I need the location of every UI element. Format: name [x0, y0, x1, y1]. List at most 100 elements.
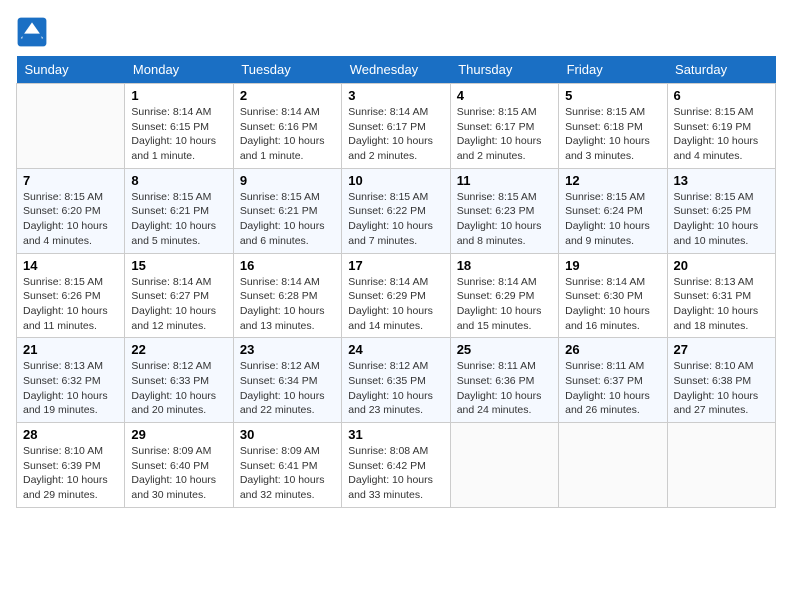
page-header — [16, 16, 776, 48]
day-info: Sunrise: 8:14 AMSunset: 6:30 PMDaylight:… — [565, 275, 660, 334]
day-cell-2: 2 Sunrise: 8:14 AMSunset: 6:16 PMDaylight… — [233, 84, 341, 169]
day-info: Sunrise: 8:10 AMSunset: 6:39 PMDaylight:… — [23, 444, 118, 503]
day-cell-22: 22 Sunrise: 8:12 AMSunset: 6:33 PMDayligh… — [125, 338, 233, 423]
day-info: Sunrise: 8:13 AMSunset: 6:31 PMDaylight:… — [674, 275, 769, 334]
day-number: 3 — [348, 88, 443, 103]
day-number: 4 — [457, 88, 552, 103]
day-cell-24: 24 Sunrise: 8:12 AMSunset: 6:35 PMDayligh… — [342, 338, 450, 423]
day-cell-30: 30 Sunrise: 8:09 AMSunset: 6:41 PMDayligh… — [233, 423, 341, 508]
day-number: 30 — [240, 427, 335, 442]
day-number: 27 — [674, 342, 769, 357]
day-number: 6 — [674, 88, 769, 103]
day-number: 26 — [565, 342, 660, 357]
day-cell-3: 3 Sunrise: 8:14 AMSunset: 6:17 PMDaylight… — [342, 84, 450, 169]
day-number: 13 — [674, 173, 769, 188]
day-number: 7 — [23, 173, 118, 188]
day-cell-1: 1Sunrise: 8:14 AMSunset: 6:15 PMDaylight… — [125, 84, 233, 169]
day-info: Sunrise: 8:15 AMSunset: 6:22 PMDaylight:… — [348, 190, 443, 249]
day-cell-18: 18Sunrise: 8:14 AMSunset: 6:29 PMDayligh… — [450, 253, 558, 338]
day-info: Sunrise: 8:15 AMSunset: 6:18 PMDaylight:… — [565, 105, 660, 164]
day-number: 19 — [565, 258, 660, 273]
col-header-monday: Monday — [125, 56, 233, 84]
day-cell-16: 16 Sunrise: 8:14 AMSunset: 6:28 PMDayligh… — [233, 253, 341, 338]
day-cell-10: 10 Sunrise: 8:15 AMSunset: 6:22 PMDayligh… — [342, 168, 450, 253]
day-number: 28 — [23, 427, 118, 442]
col-header-sunday: Sunday — [17, 56, 125, 84]
empty-cell — [559, 423, 667, 508]
week-row-3: 14 Sunrise: 8:15 AMSunset: 6:26 PMDayligh… — [17, 253, 776, 338]
day-cell-9: 9 Sunrise: 8:15 AMSunset: 6:21 PMDaylight… — [233, 168, 341, 253]
day-info: Sunrise: 8:12 AMSunset: 6:35 PMDaylight:… — [348, 359, 443, 418]
day-info: Sunrise: 8:15 AMSunset: 6:20 PMDaylight:… — [23, 190, 118, 249]
day-cell-29: 29Sunrise: 8:09 AMSunset: 6:40 PMDayligh… — [125, 423, 233, 508]
day-cell-17: 17 Sunrise: 8:14 AMSunset: 6:29 PMDayligh… — [342, 253, 450, 338]
day-number: 31 — [348, 427, 443, 442]
col-header-thursday: Thursday — [450, 56, 558, 84]
day-info: Sunrise: 8:15 AMSunset: 6:21 PMDaylight:… — [131, 190, 226, 249]
empty-cell — [17, 84, 125, 169]
day-cell-13: 13 Sunrise: 8:15 AMSunset: 6:25 PMDayligh… — [667, 168, 775, 253]
day-cell-21: 21 Sunrise: 8:13 AMSunset: 6:32 PMDayligh… — [17, 338, 125, 423]
day-number: 20 — [674, 258, 769, 273]
day-info: Sunrise: 8:11 AMSunset: 6:36 PMDaylight:… — [457, 359, 552, 418]
day-info: Sunrise: 8:15 AMSunset: 6:19 PMDaylight:… — [674, 105, 769, 164]
day-info: Sunrise: 8:15 AMSunset: 6:25 PMDaylight:… — [674, 190, 769, 249]
day-info: Sunrise: 8:15 AMSunset: 6:26 PMDaylight:… — [23, 275, 118, 334]
day-number: 10 — [348, 173, 443, 188]
day-cell-20: 20 Sunrise: 8:13 AMSunset: 6:31 PMDayligh… — [667, 253, 775, 338]
day-cell-12: 12 Sunrise: 8:15 AMSunset: 6:24 PMDayligh… — [559, 168, 667, 253]
calendar-table: SundayMondayTuesdayWednesdayThursdayFrid… — [16, 56, 776, 508]
day-number: 2 — [240, 88, 335, 103]
day-info: Sunrise: 8:15 AMSunset: 6:21 PMDaylight:… — [240, 190, 335, 249]
day-number: 5 — [565, 88, 660, 103]
day-number: 22 — [131, 342, 226, 357]
day-number: 23 — [240, 342, 335, 357]
day-info: Sunrise: 8:14 AMSunset: 6:16 PMDaylight:… — [240, 105, 335, 164]
day-cell-11: 11 Sunrise: 8:15 AMSunset: 6:23 PMDayligh… — [450, 168, 558, 253]
week-row-5: 28 Sunrise: 8:10 AMSunset: 6:39 PMDayligh… — [17, 423, 776, 508]
day-info: Sunrise: 8:10 AMSunset: 6:38 PMDaylight:… — [674, 359, 769, 418]
day-number: 8 — [131, 173, 226, 188]
day-number: 24 — [348, 342, 443, 357]
day-info: Sunrise: 8:13 AMSunset: 6:32 PMDaylight:… — [23, 359, 118, 418]
day-cell-14: 14 Sunrise: 8:15 AMSunset: 6:26 PMDayligh… — [17, 253, 125, 338]
day-info: Sunrise: 8:15 AMSunset: 6:23 PMDaylight:… — [457, 190, 552, 249]
day-number: 17 — [348, 258, 443, 273]
day-cell-31: 31Sunrise: 8:08 AMSunset: 6:42 PMDayligh… — [342, 423, 450, 508]
day-info: Sunrise: 8:14 AMSunset: 6:17 PMDaylight:… — [348, 105, 443, 164]
col-header-tuesday: Tuesday — [233, 56, 341, 84]
day-info: Sunrise: 8:14 AMSunset: 6:27 PMDaylight:… — [131, 275, 226, 334]
day-number: 21 — [23, 342, 118, 357]
day-info: Sunrise: 8:12 AMSunset: 6:33 PMDaylight:… — [131, 359, 226, 418]
day-number: 14 — [23, 258, 118, 273]
day-info: Sunrise: 8:14 AMSunset: 6:28 PMDaylight:… — [240, 275, 335, 334]
day-number: 12 — [565, 173, 660, 188]
logo-icon — [16, 16, 48, 48]
day-number: 9 — [240, 173, 335, 188]
day-cell-6: 6 Sunrise: 8:15 AMSunset: 6:19 PMDaylight… — [667, 84, 775, 169]
day-info: Sunrise: 8:09 AMSunset: 6:41 PMDaylight:… — [240, 444, 335, 503]
day-number: 25 — [457, 342, 552, 357]
logo — [16, 16, 52, 48]
day-info: Sunrise: 8:15 AMSunset: 6:24 PMDaylight:… — [565, 190, 660, 249]
day-info: Sunrise: 8:11 AMSunset: 6:37 PMDaylight:… — [565, 359, 660, 418]
header-row: SundayMondayTuesdayWednesdayThursdayFrid… — [17, 56, 776, 84]
day-cell-23: 23Sunrise: 8:12 AMSunset: 6:34 PMDayligh… — [233, 338, 341, 423]
day-number: 11 — [457, 173, 552, 188]
empty-cell — [667, 423, 775, 508]
day-info: Sunrise: 8:09 AMSunset: 6:40 PMDaylight:… — [131, 444, 226, 503]
day-cell-27: 27 Sunrise: 8:10 AMSunset: 6:38 PMDayligh… — [667, 338, 775, 423]
week-row-1: 1Sunrise: 8:14 AMSunset: 6:15 PMDaylight… — [17, 84, 776, 169]
day-number: 16 — [240, 258, 335, 273]
empty-cell — [450, 423, 558, 508]
day-info: Sunrise: 8:15 AMSunset: 6:17 PMDaylight:… — [457, 105, 552, 164]
day-info: Sunrise: 8:14 AMSunset: 6:29 PMDaylight:… — [457, 275, 552, 334]
day-number: 15 — [131, 258, 226, 273]
day-number: 1 — [131, 88, 226, 103]
col-header-saturday: Saturday — [667, 56, 775, 84]
day-info: Sunrise: 8:14 AMSunset: 6:29 PMDaylight:… — [348, 275, 443, 334]
day-cell-19: 19 Sunrise: 8:14 AMSunset: 6:30 PMDayligh… — [559, 253, 667, 338]
col-header-wednesday: Wednesday — [342, 56, 450, 84]
week-row-2: 7 Sunrise: 8:15 AMSunset: 6:20 PMDaylight… — [17, 168, 776, 253]
day-cell-7: 7 Sunrise: 8:15 AMSunset: 6:20 PMDaylight… — [17, 168, 125, 253]
